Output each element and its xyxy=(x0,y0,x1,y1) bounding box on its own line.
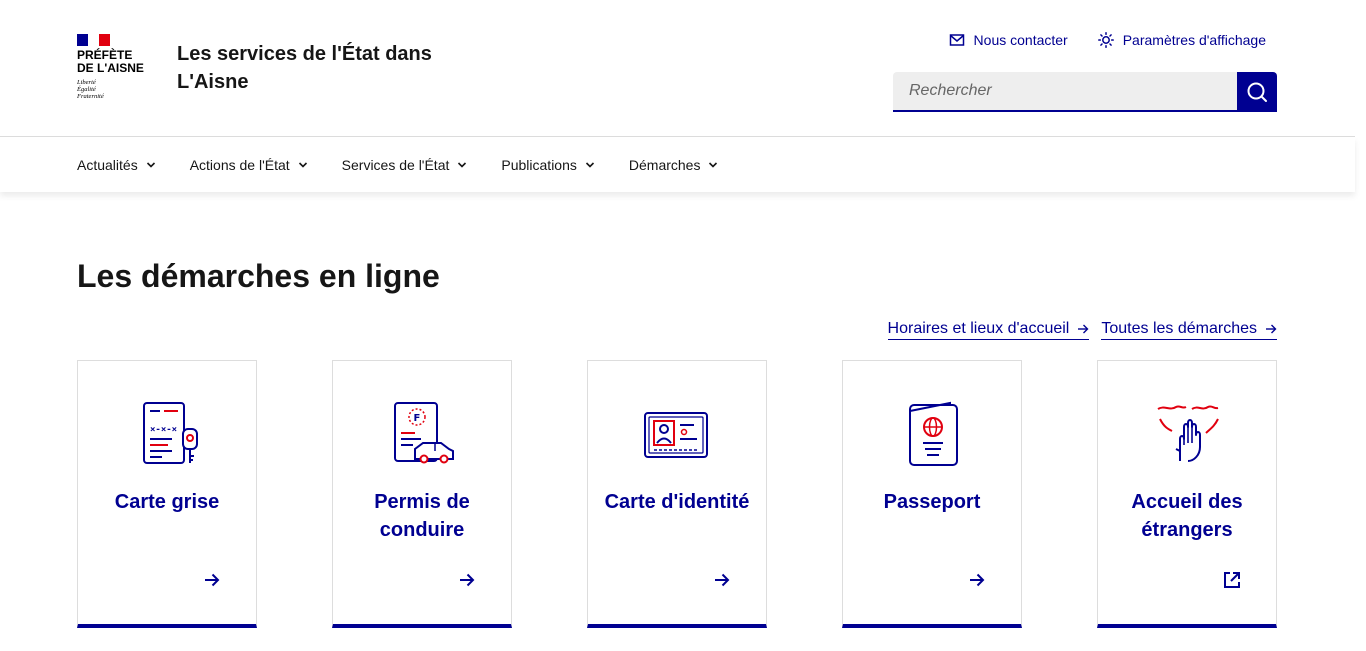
motto-egalite: Égalité xyxy=(77,86,96,93)
section-links: Horaires et lieux d'accueil Toutes les d… xyxy=(876,320,1277,340)
motto-liberte: Liberté xyxy=(77,79,96,86)
contact-link[interactable]: Nous contacter xyxy=(949,32,1068,48)
driving-license-icon: F xyxy=(387,399,457,469)
chevron-down-icon xyxy=(146,161,155,168)
government-logo[interactable]: PRÉFÈTE DE L'AISNE Liberté Égalité Frate… xyxy=(77,34,157,104)
arrow-right-icon xyxy=(967,570,987,590)
card-title: Carte grise xyxy=(114,491,220,513)
search-bar xyxy=(893,72,1277,112)
card-title: Carte d'identité xyxy=(604,491,750,513)
nav-item-label: Actualités xyxy=(77,156,138,173)
card-permis-de-conduire[interactable]: F Permis de conduire xyxy=(332,360,512,628)
search-button[interactable] xyxy=(1237,72,1277,112)
site-header: PRÉFÈTE DE L'AISNE Liberté Égalité Frate… xyxy=(0,0,1355,137)
header-tools: Nous contacter Paramètres d'affichage xyxy=(919,30,1266,50)
card-carte-identite[interactable]: Carte d'identité xyxy=(587,360,767,628)
chevron-down-icon xyxy=(458,161,467,168)
arrow-right-icon xyxy=(202,570,222,590)
nav-item-label: Actions de l'État xyxy=(189,156,290,173)
nav-item-demarches[interactable]: Démarches xyxy=(629,137,719,192)
main-navigation: Actualités Actions de l'État Services de… xyxy=(0,137,1355,192)
display-settings-link[interactable]: Paramètres d'affichage xyxy=(1097,32,1266,48)
nav-list: Actualités Actions de l'État Services de… xyxy=(77,137,752,192)
card-passeport[interactable]: Passeport xyxy=(842,360,1022,628)
mail-icon xyxy=(949,34,964,46)
card-carte-grise[interactable]: ×-×-× Carte grise xyxy=(77,360,257,628)
chevron-down-icon xyxy=(585,161,594,168)
chevron-down-icon xyxy=(298,161,307,168)
search-input[interactable] xyxy=(893,72,1237,112)
opening-hours-link[interactable]: Horaires et lieux d'accueil xyxy=(887,320,1090,340)
all-procedures-link[interactable]: Toutes les démarches xyxy=(1101,320,1277,340)
arrow-right-icon xyxy=(712,570,732,590)
nav-item-label: Services de l'État xyxy=(341,156,450,173)
link-label: Toutes les démarches xyxy=(1101,320,1257,337)
arrow-right-icon xyxy=(1078,324,1089,334)
external-link-icon xyxy=(1222,570,1242,590)
svg-text:×-×-×: ×-×-× xyxy=(150,425,177,435)
sun-icon xyxy=(1097,32,1114,48)
republic-motto: Liberté Égalité Fraternité xyxy=(77,79,157,100)
site-title[interactable]: Les services de l'État dans L'Aisne xyxy=(177,40,467,96)
prefecture-name: PRÉFÈTE DE L'AISNE xyxy=(77,49,167,75)
french-flag-icon xyxy=(77,34,110,46)
nav-item-actualites[interactable]: Actualités xyxy=(77,137,156,192)
contact-label: Nous contacter xyxy=(973,32,1068,48)
motto-fraternite: Fraternité xyxy=(77,93,104,100)
nav-item-label: Démarches xyxy=(628,156,701,173)
nav-item-publications[interactable]: Publications xyxy=(501,137,595,192)
search-icon xyxy=(1247,82,1267,102)
passport-icon xyxy=(897,399,967,469)
svg-text:F: F xyxy=(414,413,421,424)
prefecture-line-2: DE L'AISNE xyxy=(77,61,144,75)
arrow-right-icon xyxy=(457,570,477,590)
welcome-hand-icon xyxy=(1152,399,1222,469)
nav-item-actions-etat[interactable]: Actions de l'État xyxy=(190,137,308,192)
nav-item-services-etat[interactable]: Services de l'État xyxy=(342,137,468,192)
procedure-cards: ×-×-× Carte grise F Permis de conduire C… xyxy=(77,360,1277,628)
chevron-down-icon xyxy=(709,161,718,168)
card-title: Accueil des étrangers xyxy=(1131,491,1243,541)
nav-item-label: Publications xyxy=(501,156,577,173)
card-title: Passeport xyxy=(883,491,981,513)
card-accueil-etrangers[interactable]: Accueil des étrangers xyxy=(1097,360,1277,628)
arrow-right-icon xyxy=(1266,324,1277,334)
vehicle-registration-icon: ×-×-× xyxy=(132,399,202,469)
id-card-icon xyxy=(642,399,712,469)
display-settings-label: Paramètres d'affichage xyxy=(1122,32,1266,48)
card-title: Permis de conduire xyxy=(374,491,470,541)
page-title: Les démarches en ligne xyxy=(77,258,440,294)
link-label: Horaires et lieux d'accueil xyxy=(887,320,1070,337)
